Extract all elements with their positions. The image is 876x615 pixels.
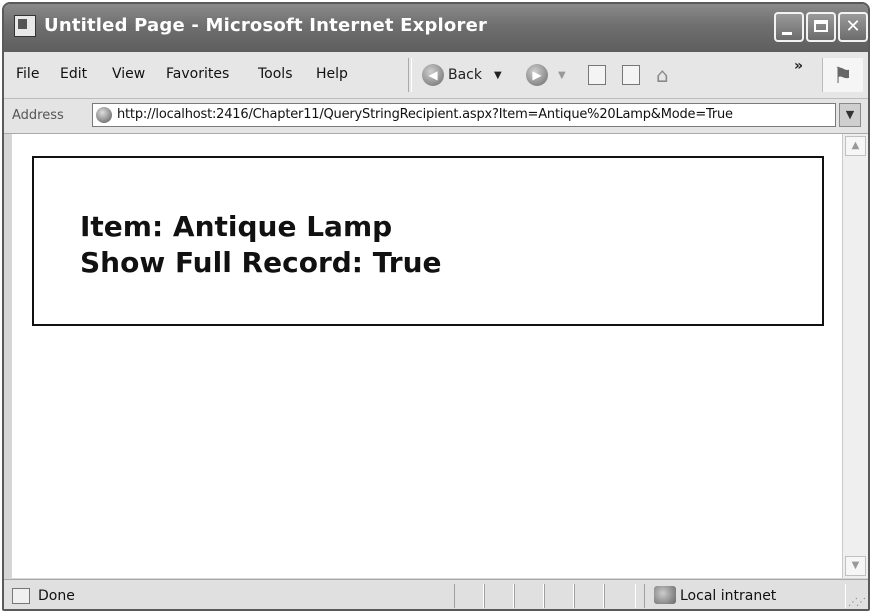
windows-flag-icon: ⚑ xyxy=(833,64,853,89)
page-status-icon xyxy=(12,588,30,604)
menu-bar: File Edit View Favorites Tools Help ◀ Ba… xyxy=(4,52,868,99)
status-text: Done xyxy=(38,588,75,604)
window-title: Untitled Page - Microsoft Internet Explo… xyxy=(44,15,488,36)
forward-arrow-icon: ▶ xyxy=(526,64,548,86)
toolbar-overflow-chevron[interactable]: » xyxy=(794,58,803,74)
stop-icon xyxy=(588,65,606,85)
minimize-icon xyxy=(782,32,792,35)
address-label: Address xyxy=(12,108,64,123)
status-panel xyxy=(454,584,484,608)
full-record-label: Show Full Record: True xyxy=(80,246,442,279)
forward-button[interactable]: ▶ ▼ xyxy=(526,62,566,88)
home-button[interactable]: ⌂ xyxy=(656,62,669,88)
menu-edit[interactable]: Edit xyxy=(60,66,87,82)
maximize-icon xyxy=(814,20,828,32)
refresh-icon xyxy=(622,65,640,85)
home-icon: ⌂ xyxy=(656,63,669,87)
browser-window: Untitled Page - Microsoft Internet Explo… xyxy=(2,2,870,611)
item-label: Item: Antique Lamp xyxy=(80,210,393,243)
intranet-zone-icon xyxy=(654,586,676,604)
menu-file[interactable]: File xyxy=(16,66,39,82)
vertical-scrollbar[interactable]: ▲ ▼ xyxy=(842,134,868,578)
windows-logo: ⚑ xyxy=(822,58,863,92)
content-panel: Item: Antique Lamp Show Full Record: Tru… xyxy=(32,156,824,326)
menu-tools[interactable]: Tools xyxy=(258,66,293,82)
status-bar: Done Local intranet ⋰⋰ xyxy=(4,579,868,609)
ie-page-icon xyxy=(96,107,112,123)
address-input[interactable]: http://localhost:2416/Chapter11/QueryStr… xyxy=(92,103,836,127)
status-panel xyxy=(574,584,604,608)
zone-text: Local intranet xyxy=(680,588,777,604)
title-bar[interactable]: Untitled Page - Microsoft Internet Explo… xyxy=(4,4,868,52)
menu-favorites[interactable]: Favorites xyxy=(166,66,229,82)
forward-dropdown-icon[interactable]: ▼ xyxy=(558,70,566,81)
refresh-button[interactable] xyxy=(622,62,640,88)
status-panel xyxy=(544,584,574,608)
status-panel xyxy=(484,584,514,608)
close-button[interactable]: ✕ xyxy=(838,12,868,42)
page-viewport: Item: Antique Lamp Show Full Record: Tru… xyxy=(12,134,842,578)
scroll-down-button[interactable]: ▼ xyxy=(845,556,866,576)
stop-button[interactable] xyxy=(588,62,606,88)
back-dropdown-icon[interactable]: ▼ xyxy=(494,70,502,81)
back-button[interactable]: ◀ Back ▼ xyxy=(422,62,502,88)
menu-view[interactable]: View xyxy=(112,66,145,82)
ie-page-icon xyxy=(14,15,36,37)
scroll-up-button[interactable]: ▲ xyxy=(845,136,866,156)
minimize-button[interactable] xyxy=(774,12,804,42)
close-icon: ✕ xyxy=(845,16,861,37)
resize-grip-icon[interactable]: ⋰⋰ xyxy=(848,597,866,608)
menu-help[interactable]: Help xyxy=(316,66,348,82)
address-url: http://localhost:2416/Chapter11/QueryStr… xyxy=(117,107,733,122)
address-dropdown-button[interactable]: ▼ xyxy=(839,103,861,127)
back-arrow-icon: ◀ xyxy=(422,64,444,86)
toolbar-separator xyxy=(408,58,412,92)
address-bar: Address http://localhost:2416/Chapter11/… xyxy=(4,99,868,134)
status-panel xyxy=(514,584,544,608)
maximize-button[interactable] xyxy=(806,12,836,42)
back-label: Back xyxy=(448,67,482,83)
status-panel xyxy=(604,584,636,608)
